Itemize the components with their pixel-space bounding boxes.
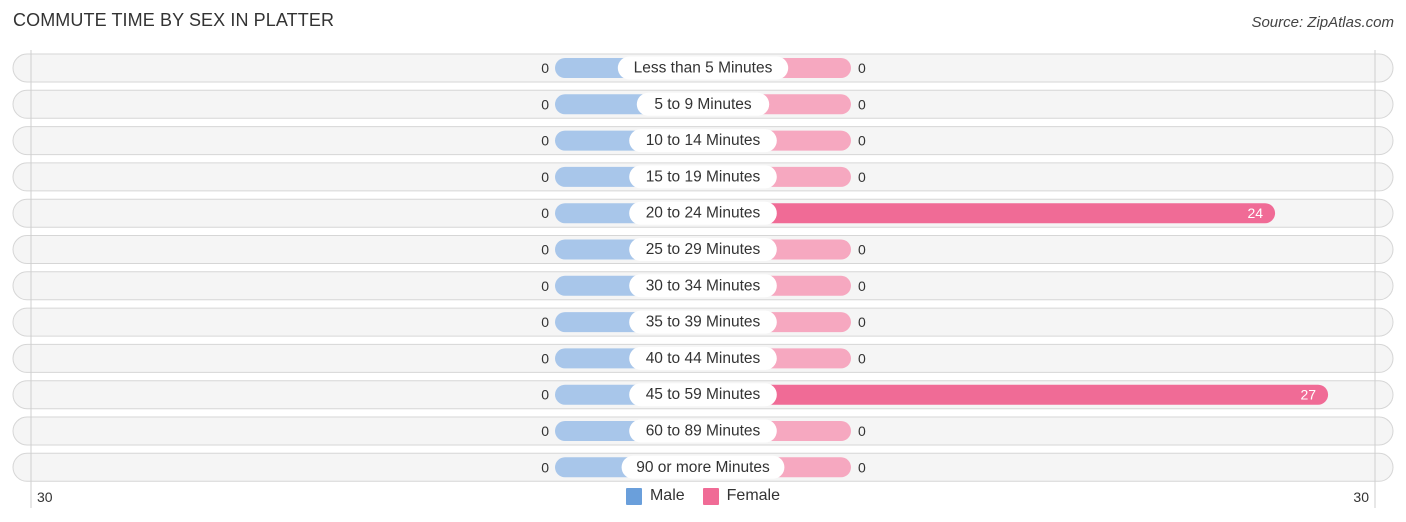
chart-area: Less than 5 Minutes 0 0 5 to 9 Minutes 0 0 10 …: [12, 50, 1394, 508]
category-label: 5 to 9 Minutes: [654, 96, 752, 113]
female-value-label: 27: [1301, 387, 1317, 403]
male-value-label: 0: [541, 278, 549, 294]
female-value-label: 0: [858, 459, 866, 475]
category-label: 10 to 14 Minutes: [646, 132, 761, 149]
male-value-label: 0: [541, 169, 549, 185]
female-value-label: 0: [858, 96, 866, 112]
female-bar[interactable]: [703, 203, 1276, 224]
male-value-label: 0: [541, 423, 549, 439]
category-label: 25 to 29 Minutes: [646, 241, 761, 258]
female-value-label: 0: [858, 350, 866, 366]
category-label: 35 to 39 Minutes: [646, 314, 761, 331]
female-value-label: 0: [858, 133, 866, 149]
male-value-label: 0: [541, 314, 549, 330]
female-swatch: [702, 487, 719, 505]
category-label: 40 to 44 Minutes: [646, 350, 761, 367]
legend-item-male[interactable]: Male: [625, 487, 685, 505]
category-label: 15 to 19 Minutes: [646, 168, 761, 185]
category-label: 20 to 24 Minutes: [646, 205, 761, 222]
female-value-label: 0: [858, 423, 866, 439]
female-value-label: 0: [858, 314, 866, 330]
male-value-label: 0: [541, 205, 549, 221]
female-value-label: 0: [858, 169, 866, 185]
female-value-label: 0: [858, 242, 866, 258]
category-label: 30 to 34 Minutes: [646, 277, 761, 294]
legend: Male Female: [0, 487, 1406, 505]
category-label: Less than 5 Minutes: [634, 60, 773, 77]
male-value-label: 0: [541, 387, 549, 403]
female-value-label: 24: [1248, 205, 1264, 221]
category-label: 45 to 59 Minutes: [646, 386, 761, 403]
legend-male-label: Male: [649, 487, 685, 504]
male-value-label: 0: [541, 459, 549, 475]
category-label: 60 to 89 Minutes: [646, 423, 761, 440]
category-label: 90 or more Minutes: [636, 459, 770, 476]
male-swatch: [625, 487, 642, 505]
male-value-label: 0: [541, 350, 549, 366]
male-value-label: 0: [541, 60, 549, 76]
female-bar[interactable]: [703, 384, 1329, 405]
male-value-label: 0: [541, 242, 549, 258]
male-value-label: 0: [541, 96, 549, 112]
legend-item-female[interactable]: Female: [702, 487, 781, 505]
legend-female-label: Female: [726, 487, 781, 504]
female-value-label: 0: [858, 278, 866, 294]
male-value-label: 0: [541, 133, 549, 149]
female-value-label: 0: [858, 60, 866, 76]
